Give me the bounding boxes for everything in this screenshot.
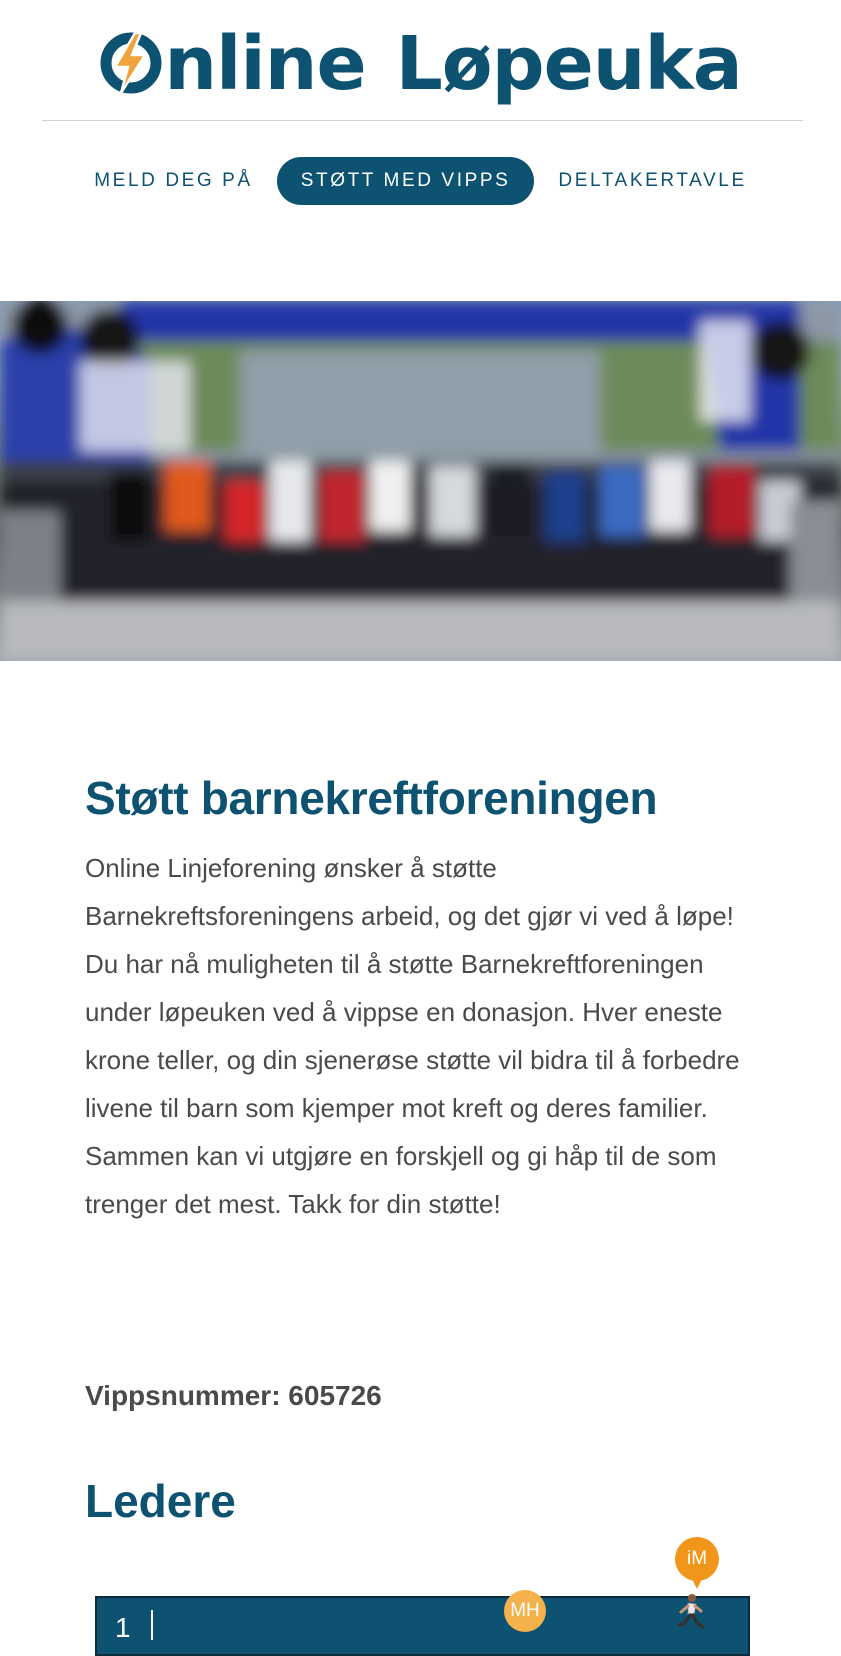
nav-item-leaderboard[interactable]: DELTAKERTAVLE bbox=[534, 157, 770, 205]
lightning-o-icon bbox=[99, 31, 163, 95]
participant-marker-mh[interactable]: MH bbox=[504, 1590, 546, 1632]
logo-word-lopeuka: Løpeuka bbox=[395, 21, 743, 107]
nav-item-support-vipps[interactable]: STØTT MED VIPPS bbox=[276, 157, 535, 205]
logo-word-online: nline bbox=[164, 21, 366, 107]
hero-image bbox=[0, 301, 841, 661]
participant-marker-im[interactable]: iM bbox=[675, 1537, 719, 1589]
header-divider bbox=[42, 120, 803, 121]
support-description: Online Linjeforening ønsker å støtte Bar… bbox=[85, 853, 740, 1219]
leaders-heading: Ledere bbox=[85, 1475, 236, 1527]
vipps-number: Vippsnummer: 605726 bbox=[85, 1380, 382, 1411]
support-heading: Støtt barnekreftforeningen bbox=[85, 772, 658, 824]
rank-divider bbox=[151, 1610, 153, 1640]
main-nav: MELD DEG PÅ STØTT MED VIPPS DELTAKERTAVL… bbox=[0, 157, 841, 205]
site-logo[interactable]: nline Løpeuka bbox=[0, 14, 841, 114]
support-section: Støtt barnekreftforeningen Online Linjef… bbox=[85, 770, 765, 1228]
leader-rank: 1 bbox=[115, 1612, 131, 1643]
runner-icon bbox=[670, 1592, 710, 1631]
leaderboard-row: 1 bbox=[95, 1596, 750, 1656]
nav-item-register[interactable]: MELD DEG PÅ bbox=[70, 157, 276, 205]
